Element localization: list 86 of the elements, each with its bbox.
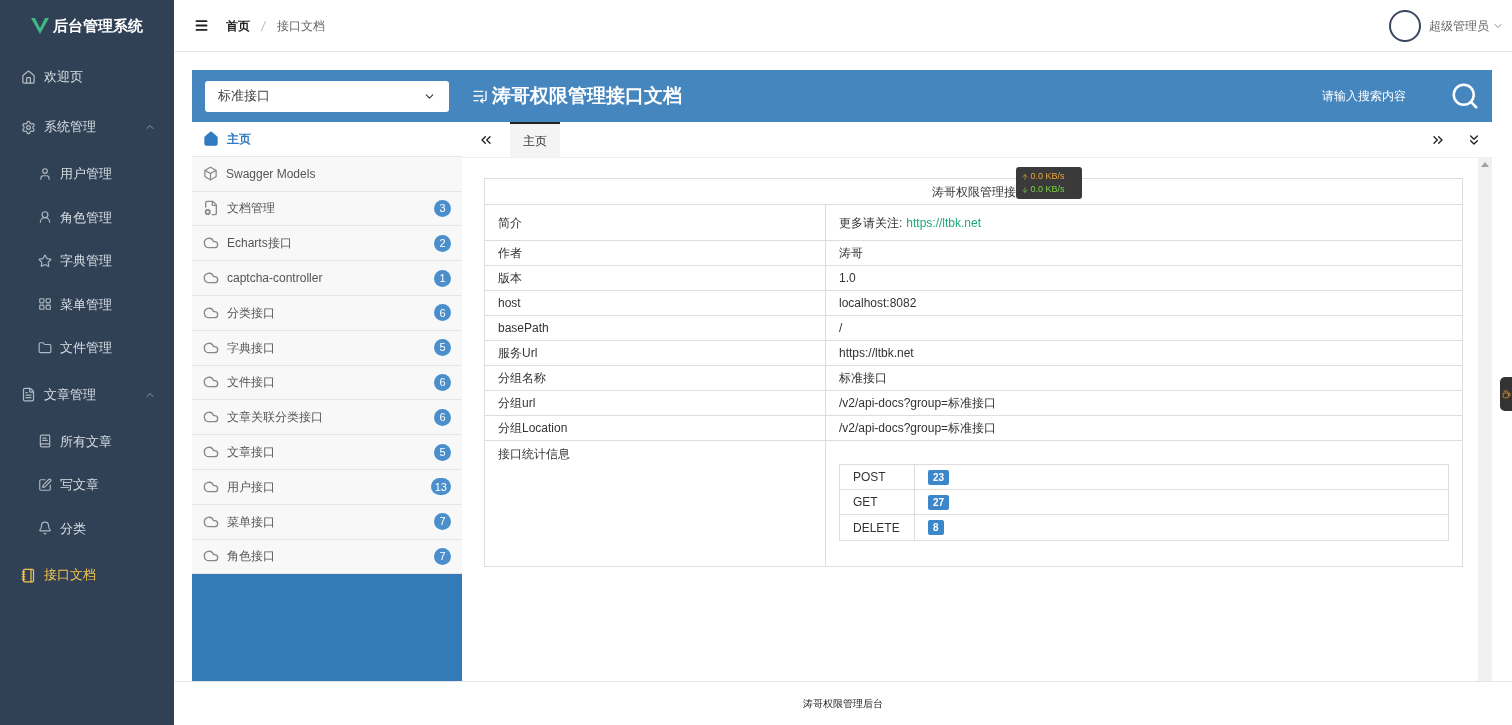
sidebar-item[interactable]: 系统管理 [0,102,174,152]
api-nav-item[interactable]: 角色接口 7 [192,539,462,575]
sidebar-item[interactable]: 欢迎页 [0,52,174,102]
http-method: GET [853,494,878,511]
count-badge: 8 [928,520,944,535]
count-badge: 6 [434,373,451,391]
sidebar-subitem[interactable]: 用户管理 [0,152,174,196]
row-value: / [839,320,843,337]
sidebar-subitem[interactable]: 字典管理 [0,239,174,283]
count-badge: 6 [434,304,451,322]
doc-title: 涛哥权限管理接口文档 [492,83,683,108]
row-label: 服务Url [498,345,538,362]
count-badge: 23 [928,469,950,485]
side-tool-tab[interactable] [1500,377,1512,411]
search-icon[interactable] [1450,81,1480,111]
table-title: 涛哥权限管理接 [931,183,1016,201]
sidebar-subitem[interactable]: 角色管理 [0,195,174,239]
sidebar-subitem[interactable]: 写文章 [0,463,174,507]
document-gear-icon [203,200,219,217]
api-nav-item[interactable]: 用户接口 13 [192,469,462,505]
api-nav-item[interactable]: Swagger Models [192,156,462,192]
row-label: 分组Location [498,420,568,437]
footer-text: 涛哥权限管理后台 [803,697,883,711]
breadcrumb-item: 接口文档 [277,17,325,35]
count-badge: 5 [434,339,451,357]
logo-icon [31,18,49,34]
sidebar-subitem[interactable]: 文件管理 [0,326,174,370]
api-nav-item[interactable]: 字典接口 5 [192,330,462,366]
count-badge: 2 [434,234,451,252]
count-badge: 1 [434,269,451,287]
api-nav-item[interactable]: captcha-controller 1 [192,261,462,296]
count-badge: 7 [434,513,451,531]
row-value: 标准接口 [839,370,887,387]
sidebar-item[interactable]: 接口文档 [0,550,174,600]
api-nav-item[interactable]: 主页 [192,122,462,157]
api-nav-item[interactable]: 文章接口 5 [192,435,462,470]
count-badge: 27 [928,494,950,510]
row-label: 接口统计信息 [498,447,570,461]
row-value: 涛哥 [839,245,863,262]
count-badge: 6 [434,408,451,426]
scrollbar[interactable] [1478,158,1492,681]
count-badge: 5 [434,443,451,461]
scroll-up-icon [1481,162,1489,167]
avatar[interactable] [1389,9,1421,42]
http-method: DELETE [853,519,900,537]
breadcrumb-separator-icon [261,20,266,31]
row-value: /v2/api-docs?group=标准接口 [839,420,997,437]
sidebar-subitem[interactable]: 所有文章 [0,419,174,463]
row-label: 简介 [498,214,522,232]
http-method: POST [853,469,886,486]
api-nav-item[interactable]: 菜单接口 7 [192,504,462,540]
cube-icon [203,166,218,182]
api-nav-item[interactable]: 文件接口 6 [192,365,462,401]
sidebar-subitem[interactable]: 菜单管理 [0,282,174,326]
row-value: https://ltbk.net [839,345,914,362]
api-nav-item[interactable]: 文章关联分类接口 6 [192,400,462,436]
row-label: 作者 [498,245,522,262]
row-label: basePath [498,320,549,337]
count-badge: 13 [430,478,451,496]
group-select[interactable]: 标准接口 [205,80,449,112]
search-field[interactable]: 请输入搜索内容 [1322,87,1406,105]
upload-icon [1020,172,1029,181]
download-icon [1020,185,1029,194]
home-icon [203,130,219,147]
breadcrumb-item[interactable]: 首页 [226,16,250,35]
row-value: /v2/api-docs?group=标准接口 [839,395,997,412]
cup-icon [1501,389,1511,399]
row-value: 更多请关注: [839,214,903,232]
app-title: 后台管理系统 [53,15,143,36]
count-badge: 7 [434,547,451,565]
tab[interactable]: 主页 [510,122,560,157]
user-name[interactable]: 超级管理员 [1429,16,1489,35]
row-label: 分组url [498,395,536,412]
download-speed: 0.0 KB/s [1030,183,1065,196]
api-nav-item[interactable]: Echarts接口 2 [192,226,462,262]
sidebar-subitem[interactable]: 分类 [0,506,174,550]
row-label: 分组名称 [498,370,546,387]
row-value: 1.0 [839,270,856,287]
row-value: localhost:8082 [839,295,917,312]
upload-speed: 0.0 KB/s [1030,170,1065,183]
api-nav-item[interactable]: 文档管理 3 [192,191,462,227]
count-badge: 3 [434,200,451,217]
api-nav-item[interactable]: 分类接口 6 [192,296,462,331]
sidebar-item[interactable]: 文章管理 [0,369,174,420]
row-label: host [498,295,521,312]
row-label: 版本 [498,270,522,287]
